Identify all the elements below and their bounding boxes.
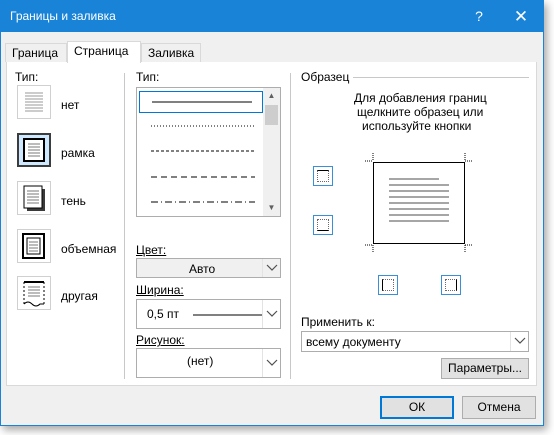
setting-3d-icon <box>22 233 45 259</box>
line-dashed-icon <box>151 176 255 178</box>
line-style-dotted[interactable] <box>143 116 261 138</box>
art-label: Рисунок: <box>136 333 185 347</box>
preview-instructions-3: используйте кнопки <box>362 119 472 133</box>
line-style-scrollbar[interactable]: ▲ ▼ <box>263 88 280 216</box>
setting-heading: Тип: <box>15 70 39 84</box>
line-dotted-icon <box>151 125 255 127</box>
chevron-down-icon <box>262 349 280 377</box>
chevron-down-icon <box>510 332 528 351</box>
scroll-thumb[interactable] <box>265 105 278 125</box>
tab-shading-label: Заливка <box>148 46 195 60</box>
setting-3d-label[interactable]: объемная <box>61 242 116 256</box>
tab-shading[interactable]: Заливка <box>141 43 201 62</box>
setting-box-label[interactable]: рамка <box>61 146 95 160</box>
setting-none-button[interactable] <box>17 85 51 119</box>
divider-right <box>290 73 291 379</box>
line-dashed-small-icon <box>151 150 255 152</box>
color-label: Цвет: <box>136 243 167 257</box>
color-value: Авто <box>189 262 216 276</box>
right-border-icon <box>445 279 457 291</box>
setting-shadow-button[interactable] <box>17 181 51 215</box>
setting-none-icon <box>25 92 43 112</box>
scroll-down-icon[interactable]: ▼ <box>263 200 280 216</box>
apply-to-select[interactable]: всему документу <box>301 331 529 352</box>
cancel-button[interactable]: Отмена <box>462 396 536 419</box>
preview-heading-rule <box>353 77 529 78</box>
width-value: 0,5 пт <box>147 307 180 321</box>
tab-border-label: Граница <box>12 46 59 60</box>
width-line-sample <box>193 314 263 316</box>
setting-3d-button[interactable] <box>17 229 51 263</box>
options-button[interactable]: Параметры... <box>441 358 529 379</box>
left-border-icon <box>382 279 394 291</box>
right-border-toggle[interactable] <box>441 275 461 295</box>
color-select[interactable]: Авто <box>136 258 281 278</box>
setting-box-icon <box>23 138 45 162</box>
line-style-dashed[interactable] <box>143 167 261 189</box>
setting-shadow-icon <box>23 185 45 211</box>
apply-to-value: всему документу <box>306 335 401 349</box>
scroll-up-icon[interactable]: ▲ <box>263 88 280 104</box>
art-value: (нет) <box>187 354 214 368</box>
close-button[interactable]: ✕ <box>501 1 541 32</box>
ok-button[interactable]: ОК <box>380 396 454 419</box>
setting-none-label[interactable]: нет <box>61 98 79 112</box>
chevron-down-icon <box>262 259 280 277</box>
title-bar: Границы и заливка ? ✕ <box>1 1 543 32</box>
left-border-toggle[interactable] <box>378 275 398 295</box>
chevron-down-icon <box>262 300 280 328</box>
apply-to-label: Применить к: <box>301 315 375 329</box>
preview-instructions-1: Для добавления границ <box>354 91 487 105</box>
width-select[interactable]: 0,5 пт <box>136 299 281 329</box>
line-style-dash-dot[interactable] <box>143 192 261 214</box>
line-solid-icon <box>152 101 252 103</box>
art-select[interactable]: (нет) <box>136 348 281 378</box>
width-label: Ширина: <box>136 283 184 297</box>
setting-box-button[interactable] <box>17 133 51 167</box>
borders-and-shading-dialog: Границы и заливка ? ✕ Граница Страница З… <box>0 0 544 426</box>
setting-shadow-label[interactable]: тень <box>61 194 86 208</box>
divider-left <box>124 73 125 379</box>
setting-custom-button[interactable] <box>17 276 51 310</box>
line-dash-dot-icon <box>151 201 255 203</box>
preview-instructions-2: щелкните образец или <box>357 105 484 119</box>
tab-border[interactable]: Граница <box>5 43 67 62</box>
setting-custom-icon <box>23 281 45 307</box>
top-border-icon <box>317 170 329 182</box>
line-style-solid[interactable] <box>139 91 263 113</box>
tab-page-border[interactable]: Страница <box>67 41 141 63</box>
help-button[interactable]: ? <box>459 1 499 32</box>
bottom-border-icon <box>317 219 329 231</box>
line-style-dashed-small[interactable] <box>143 141 261 163</box>
line-style-list[interactable]: ▲ ▼ <box>136 87 281 217</box>
preview-page[interactable] <box>373 162 465 244</box>
bottom-border-toggle[interactable] <box>313 215 333 235</box>
tab-page-border-label: Страница <box>74 44 129 58</box>
preview-heading: Образец <box>301 70 350 84</box>
dialog-title: Границы и заливка <box>10 9 116 23</box>
setting-custom-label[interactable]: другая <box>61 289 98 303</box>
style-heading: Тип: <box>136 70 160 84</box>
top-border-toggle[interactable] <box>313 166 333 186</box>
